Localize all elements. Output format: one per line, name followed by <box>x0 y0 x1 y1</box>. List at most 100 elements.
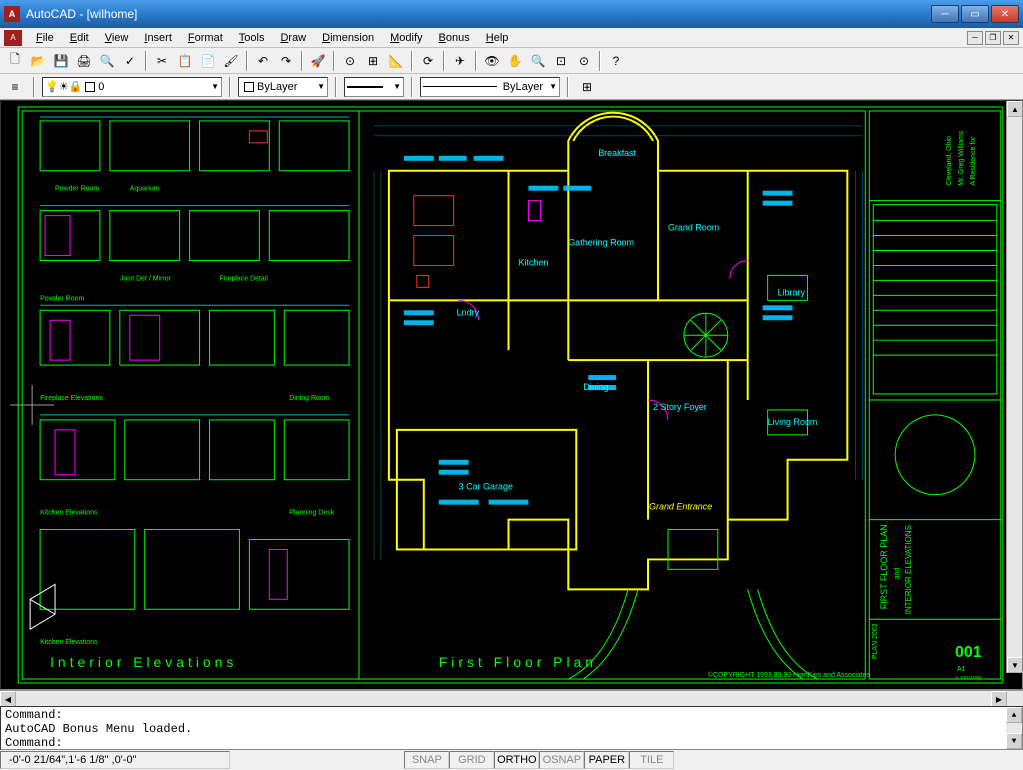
first-floor-plan-group: Breakfast Gathering Room Kitchen Grand R… <box>249 113 870 679</box>
linetype-combo[interactable]: ByLayer ▼ <box>420 77 560 97</box>
scroll-down-icon[interactable]: ▼ <box>1007 657 1023 673</box>
svg-text:Joist Det / Mirror: Joist Det / Mirror <box>120 275 172 282</box>
toggle-osnap[interactable]: OSNAP <box>539 751 584 769</box>
menu-insert[interactable]: Insert <box>136 30 180 46</box>
menu-bonus[interactable]: Bonus <box>431 30 478 46</box>
make-layer-icon[interactable]: ≡ <box>4 76 26 98</box>
interior-elevations-group: Powder Room Aquarium Joist Det / Mirror … <box>40 117 349 670</box>
svg-text:Living Room: Living Room <box>768 417 818 427</box>
color-swatch <box>244 82 254 92</box>
zoomprev-icon[interactable]: ⊙ <box>573 50 595 72</box>
separator <box>411 51 413 71</box>
matchprop-icon[interactable]: 🖌 <box>220 50 242 72</box>
spell-icon[interactable]: ✓ <box>119 50 141 72</box>
preview-icon[interactable]: 🔍 <box>96 50 118 72</box>
toggle-paper[interactable]: PAPER <box>584 751 629 769</box>
menu-tools[interactable]: Tools <box>231 30 273 46</box>
aerial-icon[interactable]: ✈ <box>449 50 471 72</box>
svg-text:A Residence for: A Residence for <box>970 136 977 186</box>
scroll-left-icon[interactable]: ◀ <box>0 691 16 707</box>
drawing-area[interactable]: Powder Room Aquarium Joist Det / Mirror … <box>0 100 1023 690</box>
linetype-value: ByLayer <box>503 81 543 93</box>
print-icon[interactable]: 🖨 <box>73 50 95 72</box>
toggle-grid[interactable]: GRID <box>449 751 494 769</box>
scroll-track[interactable] <box>1007 117 1022 657</box>
svg-text:Fireplace Detail: Fireplace Detail <box>219 275 268 282</box>
mdi-minimize[interactable]: ─ <box>967 31 983 45</box>
statusbar: -0'-0 21/64",1'-6 1/8" ,0'-0" SNAP GRID … <box>0 750 1023 770</box>
svg-text:Breakfast: Breakfast <box>598 148 636 158</box>
command-window[interactable]: Command: AutoCAD Bonus Menu loaded. Comm… <box>0 706 1023 750</box>
mdi-close[interactable]: ✕ <box>1003 31 1019 45</box>
chevron-down-icon: ▼ <box>549 82 557 91</box>
separator <box>33 77 35 97</box>
toggle-tile[interactable]: TILE <box>629 751 674 769</box>
menu-edit[interactable]: Edit <box>62 30 97 46</box>
svg-text:Lndry: Lndry <box>457 307 480 317</box>
separator <box>567 77 569 97</box>
svg-text:Fireplace Elevations: Fireplace Elevations <box>40 395 103 402</box>
menubar: A File Edit View Insert Format Tools Dra… <box>0 28 1023 48</box>
layer-color-swatch <box>85 82 95 92</box>
menu-draw[interactable]: Draw <box>272 30 314 46</box>
menu-format[interactable]: Format <box>180 30 231 46</box>
svg-text:Cleveland, Ohio: Cleveland, Ohio <box>946 136 953 186</box>
command-scrollbar[interactable]: ▲ ▼ <box>1006 707 1022 749</box>
ucs-icon[interactable]: ⊞ <box>362 50 384 72</box>
layer-combo[interactable]: 💡 ☀ 🔒 0 ▼ <box>42 77 222 97</box>
snap-icon[interactable]: ⊙ <box>339 50 361 72</box>
minimize-button[interactable]: ─ <box>931 5 959 23</box>
menu-help[interactable]: Help <box>478 30 517 46</box>
svg-text:PLAN 2003: PLAN 2003 <box>872 623 879 659</box>
linetype-preview[interactable]: ▼ <box>344 77 404 97</box>
cut-icon[interactable]: ✂ <box>151 50 173 72</box>
svg-text:Mr. Greg Williams: Mr. Greg Williams <box>958 130 965 185</box>
namedviews-icon[interactable]: 👁 <box>481 50 503 72</box>
save-icon[interactable]: 💾 <box>50 50 72 72</box>
redo-icon[interactable]: ↷ <box>275 50 297 72</box>
properties-icon[interactable]: ⊞ <box>576 76 598 98</box>
copy-icon[interactable]: 📋 <box>174 50 196 72</box>
close-button[interactable]: ✕ <box>991 5 1019 23</box>
command-line: Command: <box>5 736 1018 750</box>
doc-icon: A <box>4 30 22 46</box>
menu-view[interactable]: View <box>97 30 137 46</box>
svg-text:A1: A1 <box>957 666 966 673</box>
toggle-ortho[interactable]: ORTHO <box>494 751 539 769</box>
redraw-icon[interactable]: ⟳ <box>417 50 439 72</box>
maximize-button[interactable]: ▭ <box>961 5 989 23</box>
svg-text:A.10011000: A.10011000 <box>955 675 982 681</box>
mdi-restore[interactable]: ❐ <box>985 31 1001 45</box>
menu-file[interactable]: File <box>28 30 62 46</box>
zoomwin-icon[interactable]: ⊡ <box>550 50 572 72</box>
toggle-snap[interactable]: SNAP <box>404 751 449 769</box>
app-icon: A <box>4 6 20 22</box>
help-icon[interactable]: ? <box>605 50 627 72</box>
open-icon[interactable]: 📂 <box>27 50 49 72</box>
scroll-down-icon[interactable]: ▼ <box>1006 733 1022 749</box>
undo-icon[interactable]: ↶ <box>252 50 274 72</box>
svg-text:Powder Room: Powder Room <box>40 295 84 302</box>
pan-icon[interactable]: ✋ <box>504 50 526 72</box>
mdi-buttons: ─ ❐ ✕ <box>967 31 1019 45</box>
new-icon[interactable]: 🗋 <box>4 50 26 72</box>
scroll-right-icon[interactable]: ▶ <box>991 691 1007 707</box>
zoomrt-icon[interactable]: 🔍 <box>527 50 549 72</box>
color-combo[interactable]: ByLayer ▼ <box>238 77 328 97</box>
scroll-up-icon[interactable]: ▲ <box>1006 707 1022 723</box>
menu-modify[interactable]: Modify <box>382 30 430 46</box>
command-line: AutoCAD Bonus Menu loaded. <box>5 722 1018 736</box>
launch-icon[interactable]: 🚀 <box>307 50 329 72</box>
scroll-track[interactable] <box>16 691 991 706</box>
menu-dimension[interactable]: Dimension <box>314 30 382 46</box>
cad-canvas[interactable]: Powder Room Aquarium Joist Det / Mirror … <box>1 101 1022 689</box>
scroll-up-icon[interactable]: ▲ <box>1007 101 1023 117</box>
separator <box>335 77 337 97</box>
horizontal-scrollbar[interactable]: ◀ ▶ <box>0 690 1023 706</box>
svg-text:Dining Room: Dining Room <box>289 395 329 402</box>
vertical-scrollbar[interactable]: ▲ ▼ <box>1006 101 1022 673</box>
dist-icon[interactable]: 📐 <box>385 50 407 72</box>
paste-icon[interactable]: 📄 <box>197 50 219 72</box>
command-line: Command: <box>5 708 1018 722</box>
window-titlebar: A AutoCAD - [wilhome] ─ ▭ ✕ <box>0 0 1023 28</box>
